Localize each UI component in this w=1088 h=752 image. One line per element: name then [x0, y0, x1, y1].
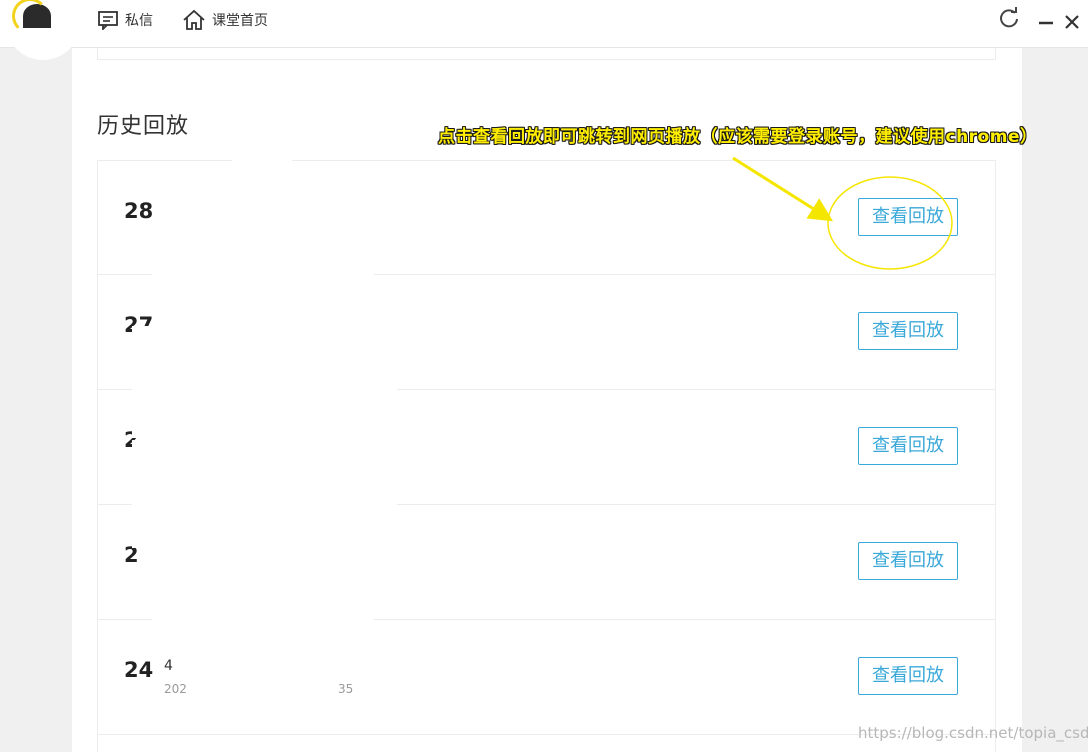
annotation-text: 点击查看回放即可跳转到网页播放（应该需要登录账号，建议使用chrome）: [438, 127, 1038, 147]
view-replay-button[interactable]: 查看回放: [858, 427, 958, 465]
lesson-number: 28: [124, 199, 154, 223]
avatar-ring: [12, 0, 48, 34]
minimize-icon: [1039, 21, 1053, 25]
refresh-button[interactable]: [998, 7, 1020, 29]
redaction-patch: [132, 326, 397, 438]
content-panel: 历史回放 28 查看回放 27 查看回放 2 查看回放 2 查看回放 24 4 …: [72, 48, 1037, 752]
redaction-patch: [204, 652, 332, 700]
home-icon: [183, 9, 205, 30]
message-icon: [98, 11, 118, 30]
view-replay-button[interactable]: 查看回放: [858, 312, 958, 350]
nav-home[interactable]: 课堂首页: [182, 8, 268, 32]
redaction-patch: [152, 208, 374, 326]
redaction-patch: [232, 148, 292, 178]
lesson-date: 202: [164, 682, 187, 696]
lesson-number: 24: [124, 658, 154, 682]
view-replay-button[interactable]: 查看回放: [858, 657, 958, 695]
refresh-icon: [1000, 7, 1018, 28]
view-replay-button[interactable]: 查看回放: [858, 198, 958, 236]
minimize-button[interactable]: [1036, 7, 1058, 29]
redaction-patch: [132, 440, 397, 548]
top-bar: 私信 课堂首页: [0, 0, 1088, 60]
view-replay-button[interactable]: 查看回放: [858, 542, 958, 580]
redaction-patch: [152, 548, 374, 652]
close-button[interactable]: [1062, 7, 1084, 29]
close-icon: [1065, 15, 1079, 29]
nav-messages-label: 私信: [125, 13, 153, 29]
nav-home-label: 课堂首页: [212, 13, 268, 29]
lesson-title: 4: [164, 658, 173, 674]
previous-card: [97, 48, 996, 60]
section-title: 历史回放: [97, 114, 190, 139]
lesson-date-tail: 35: [338, 682, 354, 696]
watermark: https://blog.csdn.net/topia_csdn: [858, 724, 1088, 742]
avatar[interactable]: [4, 0, 82, 60]
nav-messages[interactable]: 私信: [97, 8, 153, 32]
